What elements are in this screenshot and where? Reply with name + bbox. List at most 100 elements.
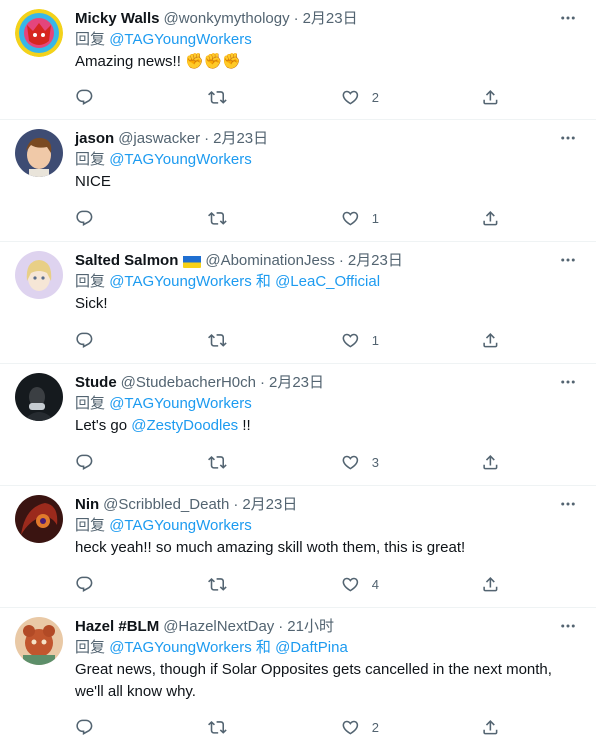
like-count: 3	[371, 454, 379, 470]
reply-prefix: 回复	[75, 395, 106, 412]
retweet-button[interactable]	[208, 714, 227, 740]
tweet-card[interactable]: Salted Salmon @AbominationJess · 2月23日 回…	[0, 242, 596, 364]
reply-button[interactable]	[75, 327, 94, 353]
tweet-text: NICE	[75, 173, 111, 190]
display-name[interactable]: Stude	[75, 373, 117, 393]
like-button[interactable]: 1	[341, 327, 379, 353]
reply-icon	[75, 575, 94, 594]
share-icon	[481, 331, 500, 350]
tweet-actions: 3	[75, 449, 505, 475]
timestamp[interactable]: 2月23日	[242, 495, 297, 515]
reply-button[interactable]	[75, 205, 94, 231]
share-icon	[481, 575, 500, 594]
ukraine-flag-icon	[183, 255, 202, 268]
user-handle[interactable]: @AbominationJess	[205, 251, 334, 271]
retweet-button[interactable]	[208, 327, 227, 353]
display-name[interactable]: Micky Walls	[75, 9, 159, 29]
tweet-text: Great news, though if Solar Opposites ge…	[75, 661, 552, 700]
avatar[interactable]	[15, 373, 63, 421]
share-button[interactable]	[481, 449, 500, 475]
reply-prefix: 回复	[75, 639, 106, 656]
timestamp[interactable]: 2月23日	[348, 251, 403, 271]
like-icon	[341, 88, 360, 107]
mention-link[interactable]: @TAGYoungWorkers	[109, 517, 252, 534]
avatar[interactable]	[15, 251, 63, 299]
separator-dot: ·	[278, 618, 284, 635]
retweet-icon	[208, 718, 227, 737]
tweet-card[interactable]: Micky Walls @wonkymythology · 2月23日 回复 @…	[0, 0, 596, 120]
reply-context: 回复 @TAGYoungWorkers 和 @LeaC_Official	[75, 271, 580, 293]
retweet-icon	[208, 575, 227, 594]
like-button[interactable]: 2	[341, 714, 379, 740]
user-handle[interactable]: @wonkymythology	[163, 9, 289, 29]
share-icon	[481, 453, 500, 472]
display-name[interactable]: jason	[75, 129, 114, 149]
timestamp[interactable]: 2月23日	[303, 9, 358, 29]
mention-link[interactable]: @TAGYoungWorkers	[109, 151, 252, 168]
like-button[interactable]: 2	[341, 84, 379, 110]
user-handle[interactable]: @jaswacker	[118, 129, 200, 149]
mention-link[interactable]: @TAGYoungWorkers	[109, 395, 252, 412]
tweet-card[interactable]: Nin @Scribbled_Death · 2月23日 回复 @TAGYoun…	[0, 486, 596, 608]
reply-icon	[75, 331, 94, 350]
reply-prefix: 回复	[75, 517, 106, 534]
share-button[interactable]	[481, 84, 500, 110]
share-button[interactable]	[481, 714, 500, 740]
tweet-text-post: !!	[238, 417, 251, 434]
mention-and: 和	[255, 273, 271, 290]
mention-link[interactable]: @LeaC_Official	[275, 273, 380, 290]
avatar[interactable]	[15, 129, 63, 177]
share-icon	[481, 718, 500, 737]
more-icon[interactable]	[556, 7, 580, 29]
retweet-button[interactable]	[208, 571, 227, 597]
reply-context: 回复 @TAGYoungWorkers	[75, 149, 580, 171]
tweet-text: Let's go @ZestyDoodles !!	[75, 415, 580, 437]
like-icon	[341, 718, 360, 737]
tweet-card[interactable]: Stude @StudebacherH0ch · 2月23日 回复 @TAGYo…	[0, 364, 596, 486]
retweet-button[interactable]	[208, 449, 227, 475]
reply-icon	[75, 88, 94, 107]
like-button[interactable]: 1	[341, 205, 379, 231]
display-name[interactable]: Nin	[75, 495, 99, 515]
mention-link[interactable]: @DaftPina	[275, 639, 348, 656]
more-icon[interactable]	[556, 371, 580, 393]
tweet-card[interactable]: Hazel #BLM @HazelNextDay · 21小时 回复 @TAGY…	[0, 608, 596, 745]
reply-button[interactable]	[75, 84, 94, 110]
reply-button[interactable]	[75, 449, 94, 475]
retweet-button[interactable]	[208, 84, 227, 110]
avatar[interactable]	[15, 495, 63, 543]
display-name[interactable]: Hazel #BLM	[75, 617, 159, 637]
retweet-icon	[208, 453, 227, 472]
more-icon[interactable]	[556, 249, 580, 271]
more-icon[interactable]	[556, 493, 580, 515]
user-handle[interactable]: @StudebacherH0ch	[121, 373, 256, 393]
timestamp[interactable]: 2月23日	[269, 373, 324, 393]
more-icon[interactable]	[556, 127, 580, 149]
mention-and: 和	[255, 639, 271, 656]
user-handle[interactable]: @Scribbled_Death	[103, 495, 229, 515]
tweet-actions: 2	[75, 84, 505, 110]
like-button[interactable]: 4	[341, 571, 379, 597]
avatar[interactable]	[15, 9, 63, 57]
timestamp[interactable]: 2月23日	[213, 129, 268, 149]
mention-link[interactable]: @TAGYoungWorkers	[109, 639, 252, 656]
avatar[interactable]	[15, 617, 63, 665]
user-handle[interactable]: @HazelNextDay	[163, 617, 274, 637]
tweet-card[interactable]: jason @jaswacker · 2月23日 回复 @TAGYoungWor…	[0, 120, 596, 242]
display-name[interactable]: Salted Salmon	[75, 251, 178, 271]
share-button[interactable]	[481, 327, 500, 353]
reply-button[interactable]	[75, 714, 94, 740]
like-count: 2	[371, 89, 379, 105]
more-icon[interactable]	[556, 615, 580, 637]
share-button[interactable]	[481, 205, 500, 231]
mention-link[interactable]: @TAGYoungWorkers	[109, 31, 252, 48]
mention-link[interactable]: @TAGYoungWorkers	[109, 273, 252, 290]
separator-dot: ·	[338, 252, 344, 269]
retweet-button[interactable]	[208, 205, 227, 231]
mention-link[interactable]: @ZestyDoodles	[131, 417, 238, 434]
like-button[interactable]: 3	[341, 449, 379, 475]
timestamp[interactable]: 21小时	[287, 617, 334, 637]
like-icon	[341, 575, 360, 594]
share-button[interactable]	[481, 571, 500, 597]
reply-button[interactable]	[75, 571, 94, 597]
